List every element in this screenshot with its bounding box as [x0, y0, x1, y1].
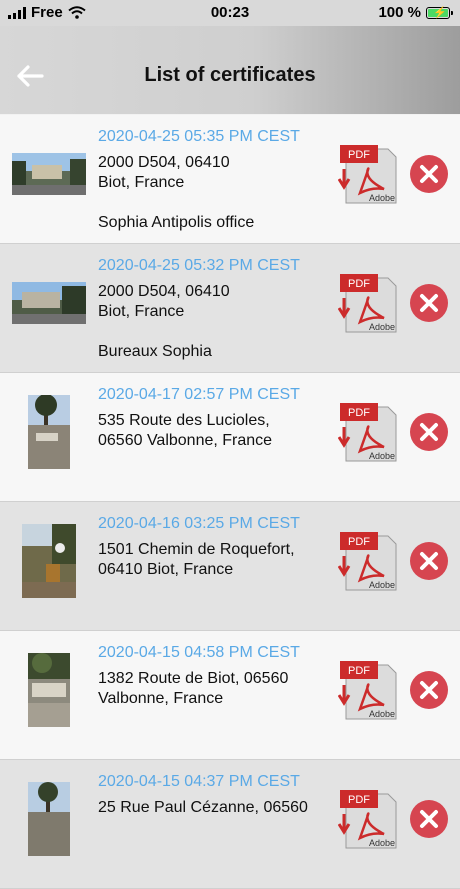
pdf-download-button[interactable]: PDF Adobe	[337, 274, 400, 334]
delete-button[interactable]	[409, 283, 449, 323]
certificate-row[interactable]: 2020-04-17 02:57 PM CEST 535 Route des L…	[0, 373, 460, 502]
svg-text:PDF: PDF	[348, 536, 370, 548]
svg-text:Adobe: Adobe	[369, 322, 395, 332]
certificate-address: 1501 Chemin de Roquefort, 06410 Biot, Fr…	[98, 540, 333, 580]
address-line-1: 2000 D504, 06410	[98, 283, 230, 300]
navigation-bar: List of certificates	[0, 26, 460, 114]
certificate-address: 2000 D504, 06410 Biot, France	[98, 282, 333, 322]
certificate-date: 2020-04-17 02:57 PM CEST	[98, 386, 300, 403]
pdf-download-button[interactable]: PDF Adobe	[337, 532, 400, 592]
certificate-thumbnail	[22, 524, 76, 598]
certificate-address: 2000 D504, 06410 Biot, France	[98, 153, 333, 193]
address-line-1: 1382 Route de Biot, 06560	[98, 670, 289, 687]
certificate-date: 2020-04-15 04:58 PM CEST	[98, 644, 300, 661]
certificate-address: 1382 Route de Biot, 06560 Valbonne, Fran…	[98, 669, 333, 709]
pdf-download-button[interactable]: PDF Adobe	[337, 661, 400, 721]
svg-text:PDF: PDF	[348, 278, 370, 290]
delete-button[interactable]	[409, 799, 449, 839]
status-bar: Free 00:23 100 % ⚡	[0, 0, 460, 26]
certificate-row[interactable]: 2020-04-25 05:35 PM CEST 2000 D504, 0641…	[0, 115, 460, 244]
address-line-2: Biot, France	[98, 174, 185, 191]
certificate-row[interactable]: 2020-04-15 04:37 PM CEST 25 Rue Paul Céz…	[0, 760, 460, 889]
svg-text:Adobe: Adobe	[369, 709, 395, 719]
address-line-1: 25 Rue Paul Cézanne, 06560	[98, 799, 308, 816]
pdf-download-button[interactable]: PDF Adobe	[337, 403, 400, 463]
delete-button[interactable]	[409, 412, 449, 452]
certificate-date: 2020-04-15 04:37 PM CEST	[98, 773, 300, 790]
delete-button[interactable]	[409, 541, 449, 581]
certificate-address: 25 Rue Paul Cézanne, 06560	[98, 798, 333, 818]
certificate-date: 2020-04-16 03:25 PM CEST	[98, 515, 300, 532]
pdf-icon: PDF Adobe	[337, 145, 397, 204]
pdf-icon: PDF Adobe	[337, 790, 397, 849]
delete-button[interactable]	[409, 670, 449, 710]
certificate-thumbnail	[28, 782, 70, 856]
pdf-download-button[interactable]: PDF Adobe	[337, 145, 400, 205]
delete-button[interactable]	[409, 154, 449, 194]
close-circle-icon	[410, 671, 448, 709]
close-circle-icon	[410, 413, 448, 451]
svg-text:Adobe: Adobe	[369, 580, 395, 590]
status-right: 100 % ⚡	[378, 4, 453, 21]
battery-charging-icon: ⚡	[426, 6, 453, 19]
svg-text:PDF: PDF	[348, 149, 370, 161]
certificate-row[interactable]: 2020-04-16 03:25 PM CEST 1501 Chemin de …	[0, 502, 460, 631]
certificate-address: 535 Route des Lucioles, 06560 Valbonne, …	[98, 411, 333, 451]
svg-text:Adobe: Adobe	[369, 838, 395, 848]
address-line-1: 535 Route des Lucioles,	[98, 412, 270, 429]
close-circle-icon	[410, 542, 448, 580]
certificate-thumbnail	[28, 653, 70, 727]
svg-text:PDF: PDF	[348, 407, 370, 419]
address-line-2: 06410 Biot, France	[98, 561, 234, 578]
address-line-2: Biot, France	[98, 303, 185, 320]
pdf-icon: PDF Adobe	[337, 403, 397, 462]
certificate-thumbnail	[12, 282, 86, 324]
address-line-2: Valbonne, France	[98, 690, 224, 707]
certificate-thumbnail	[28, 395, 70, 469]
pdf-download-button[interactable]: PDF Adobe	[337, 790, 400, 850]
pdf-icon: PDF Adobe	[337, 274, 397, 333]
certificate-date: 2020-04-25 05:35 PM CEST	[98, 128, 300, 145]
certificate-row[interactable]: 2020-04-25 05:32 PM CEST 2000 D504, 0641…	[0, 244, 460, 373]
address-line-1: 1501 Chemin de Roquefort,	[98, 541, 295, 558]
certificate-date: 2020-04-25 05:32 PM CEST	[98, 257, 300, 274]
battery-percent: 100 %	[378, 4, 421, 21]
close-circle-icon	[410, 284, 448, 322]
svg-text:Adobe: Adobe	[369, 451, 395, 461]
svg-text:Adobe: Adobe	[369, 193, 395, 203]
close-circle-icon	[410, 155, 448, 193]
pdf-icon: PDF Adobe	[337, 532, 397, 591]
close-circle-icon	[410, 800, 448, 838]
address-line-1: 2000 D504, 06410	[98, 154, 230, 171]
certificate-note: Sophia Antipolis office	[98, 214, 255, 231]
page-title: List of certificates	[144, 64, 316, 86]
address-line-2: 06560 Valbonne, France	[98, 432, 273, 449]
pdf-icon: PDF Adobe	[337, 661, 397, 720]
svg-text:PDF: PDF	[348, 665, 370, 677]
certificate-row[interactable]: 2020-04-15 04:58 PM CEST 1382 Route de B…	[0, 631, 460, 760]
certificate-note: Bureaux Sophia	[98, 343, 212, 360]
svg-text:PDF: PDF	[348, 794, 370, 806]
certificate-list: 2020-04-25 05:35 PM CEST 2000 D504, 0641…	[0, 115, 460, 889]
certificate-thumbnail	[12, 153, 86, 195]
